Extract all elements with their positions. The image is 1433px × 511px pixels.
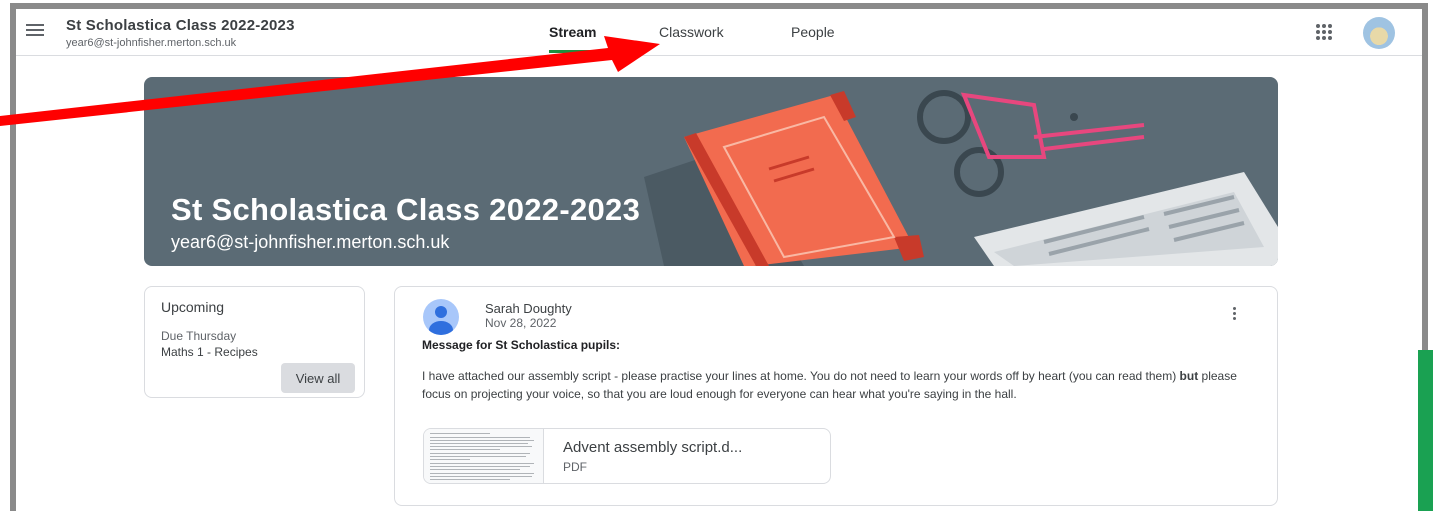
screenshot-frame: St Scholastica Class 2022-2023 year6@st-…	[0, 0, 1433, 511]
header-class-email: year6@st-johnfisher.merton.sch.uk	[66, 37, 237, 49]
header-class-title[interactable]: St Scholastica Class 2022-2023	[66, 17, 295, 34]
author-avatar	[423, 299, 459, 335]
more-options-icon[interactable]	[1231, 307, 1237, 323]
attachment-type: PDF	[563, 460, 587, 474]
upcoming-title: Upcoming	[161, 299, 225, 315]
post-heading: Message for St Scholastica pupils:	[422, 338, 621, 352]
post-author: Sarah Doughty	[485, 301, 572, 316]
post-body-start: I have attached our assembly script - pl…	[422, 369, 1180, 383]
google-apps-grid-icon[interactable]	[1316, 24, 1332, 40]
attachment-card[interactable]: Advent assembly script.d... PDF	[423, 428, 831, 484]
post-body: I have attached our assembly script - pl…	[422, 367, 1262, 403]
hamburger-menu-icon[interactable]	[26, 24, 44, 38]
side-green-strip	[1418, 350, 1433, 511]
attachment-name: Advent assembly script.d...	[563, 439, 743, 456]
upcoming-card: Upcoming Due Thursday Maths 1 - Recipes …	[144, 286, 365, 398]
stream-post: Sarah Doughty Nov 28, 2022 Message for S…	[394, 286, 1278, 506]
attachment-thumbnail	[424, 429, 544, 483]
tab-people[interactable]: People	[791, 24, 835, 40]
post-body-bold: but	[1179, 369, 1199, 383]
classroom-header: St Scholastica Class 2022-2023 year6@st-…	[16, 9, 1422, 56]
banner-subtitle: year6@st-johnfisher.merton.sch.uk	[171, 232, 450, 252]
upcoming-assignment-link[interactable]: Maths 1 - Recipes	[161, 345, 258, 359]
class-banner: St Scholastica Class 2022-2023 year6@st-…	[144, 77, 1278, 266]
view-all-button[interactable]: View all	[281, 363, 355, 393]
tab-classwork[interactable]: Classwork	[659, 24, 724, 40]
banner-title: St Scholastica Class 2022-2023	[171, 192, 641, 227]
post-date: Nov 28, 2022	[485, 316, 557, 330]
tab-stream[interactable]: Stream	[549, 24, 597, 53]
upcoming-due-label: Due Thursday	[161, 329, 237, 343]
account-avatar[interactable]	[1363, 17, 1395, 49]
